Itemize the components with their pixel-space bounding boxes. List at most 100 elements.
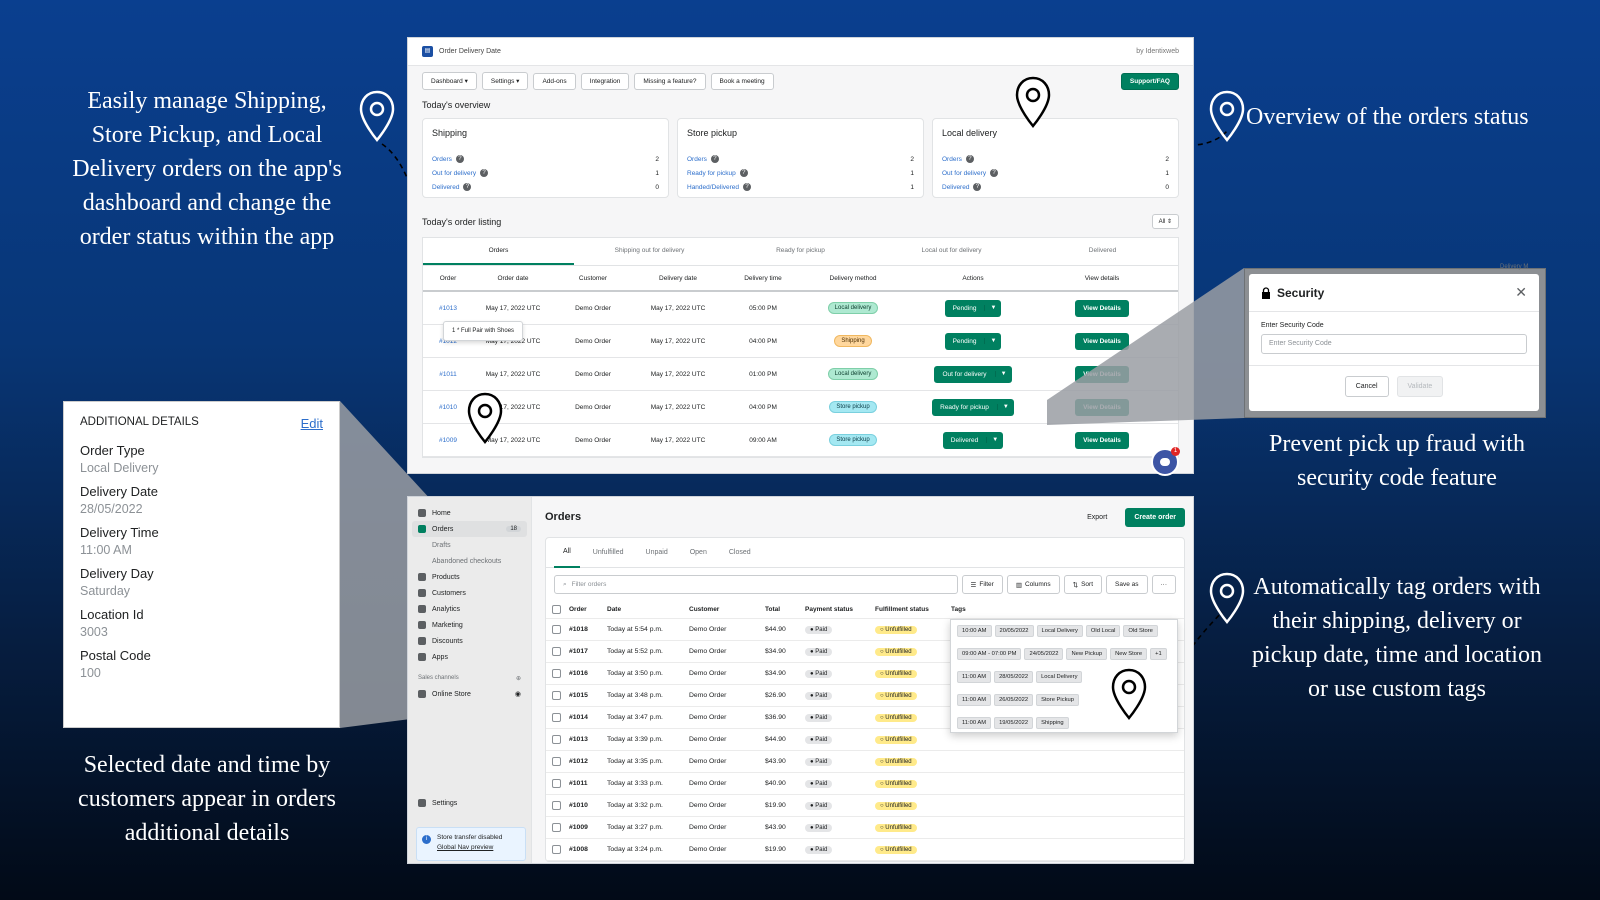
- tab-unpaid[interactable]: Unpaid: [637, 539, 677, 567]
- row-checkbox[interactable]: [552, 757, 561, 766]
- sidebar-item-orders[interactable]: Orders 18: [412, 521, 527, 537]
- card-link[interactable]: Delivered: [942, 184, 969, 191]
- order-tag[interactable]: Old Store: [1123, 625, 1158, 638]
- validate-button[interactable]: Validate: [1396, 376, 1444, 397]
- sidebar-item-analytics[interactable]: Analytics: [408, 601, 531, 617]
- global-nav-link[interactable]: Global Nav preview: [437, 844, 493, 851]
- nav-missing-feature[interactable]: Missing a feature?: [634, 72, 706, 90]
- support-faq-button[interactable]: Support/FAQ: [1120, 72, 1179, 90]
- row-checkbox[interactable]: [552, 801, 561, 810]
- card-link[interactable]: Orders: [942, 156, 962, 163]
- sidebar-item-abandoned[interactable]: Abandoned checkouts: [408, 553, 531, 569]
- row-checkbox[interactable]: [552, 845, 561, 854]
- card-link[interactable]: Out for delivery: [942, 170, 986, 177]
- row-checkbox[interactable]: [552, 647, 561, 656]
- card-link[interactable]: Delivered: [432, 184, 459, 191]
- tab-closed[interactable]: Closed: [720, 539, 760, 567]
- order-tag[interactable]: 10:00 AM: [957, 625, 992, 638]
- sidebar-item-online-store[interactable]: Online Store ◉: [408, 686, 531, 702]
- tab-ready-pickup[interactable]: Ready for pickup: [725, 238, 876, 265]
- row-checkbox[interactable]: [552, 669, 561, 678]
- order-tag[interactable]: 19/05/2022: [994, 716, 1034, 729]
- more-actions-button[interactable]: ···: [1151, 575, 1176, 594]
- view-details-button[interactable]: View Details: [1075, 431, 1129, 449]
- nav-dashboard[interactable]: Dashboard ▾: [422, 72, 477, 90]
- order-tag[interactable]: 11:00 AM: [957, 693, 992, 706]
- save-as-button[interactable]: Save as: [1106, 575, 1148, 594]
- order-tag[interactable]: New Pickup: [1066, 648, 1108, 661]
- row-checkbox[interactable]: [552, 713, 561, 722]
- sidebar-item-marketing[interactable]: Marketing: [408, 617, 531, 633]
- order-link[interactable]: #1010: [439, 404, 457, 411]
- filter-button[interactable]: ☰ Filter: [961, 575, 1003, 594]
- row-checkbox[interactable]: [552, 625, 561, 634]
- order-link[interactable]: #1013: [439, 305, 457, 312]
- order-tag[interactable]: +1: [1150, 648, 1167, 661]
- card-link[interactable]: Orders: [432, 156, 452, 163]
- nav-add-ons[interactable]: Add-ons: [533, 72, 576, 90]
- tab-open[interactable]: Open: [681, 539, 716, 567]
- sidebar-item-products[interactable]: Products: [408, 569, 531, 585]
- export-button[interactable]: Export: [1087, 514, 1107, 521]
- table-row[interactable]: #1010 Today at 3:32 p.m. Demo Order $19.90 ●…: [546, 795, 1184, 817]
- status-action-button[interactable]: Pending ▼: [944, 299, 1002, 317]
- view-details-button[interactable]: View Details: [1075, 332, 1129, 350]
- order-tag[interactable]: New Store: [1110, 648, 1148, 661]
- card-link[interactable]: Orders: [687, 156, 707, 163]
- order-link[interactable]: #1011: [439, 371, 457, 378]
- status-action-button[interactable]: Pending ▼: [944, 332, 1002, 350]
- security-code-input[interactable]: Enter Security Code: [1261, 334, 1527, 354]
- nav-settings[interactable]: Settings ▾: [481, 72, 529, 90]
- order-tag[interactable]: Shipping: [1036, 716, 1069, 729]
- listing-filter-select[interactable]: All ⇕: [1151, 214, 1179, 229]
- nav-integration[interactable]: Integration: [580, 72, 630, 90]
- order-tag[interactable]: Store Pickup: [1036, 693, 1079, 706]
- order-tag[interactable]: 11:00 AM: [957, 716, 992, 729]
- card-link[interactable]: Handed/Delivered: [687, 184, 739, 191]
- columns-button[interactable]: ▥ Columns: [1006, 575, 1060, 594]
- view-details-button[interactable]: View Details: [1075, 299, 1129, 317]
- order-tag[interactable]: 26/05/2022: [994, 693, 1034, 706]
- row-checkbox[interactable]: [552, 779, 561, 788]
- order-tag[interactable]: Local Delivery: [1036, 625, 1083, 638]
- row-checkbox[interactable]: [552, 735, 561, 744]
- order-tag[interactable]: Local Delivery: [1036, 670, 1083, 683]
- card-link[interactable]: Ready for pickup: [687, 170, 736, 177]
- chat-launcher-button[interactable]: 1: [1151, 447, 1180, 476]
- card-link[interactable]: Out for delivery: [432, 170, 476, 177]
- order-tag[interactable]: Old Local: [1085, 625, 1121, 638]
- view-details-button[interactable]: View Details: [1075, 398, 1129, 416]
- filter-orders-input[interactable]: ⌕ Filter orders: [554, 575, 958, 594]
- sidebar-item-drafts[interactable]: Drafts: [408, 537, 531, 553]
- sidebar-item-customers[interactable]: Customers: [408, 585, 531, 601]
- nav-book-meeting[interactable]: Book a meeting: [710, 72, 774, 90]
- close-icon[interactable]: ✕: [1515, 284, 1527, 301]
- sort-button[interactable]: ⇅ Sort: [1063, 575, 1102, 594]
- status-action-button[interactable]: Out for delivery ▼: [934, 365, 1012, 383]
- order-tag[interactable]: 24/05/2022: [1024, 648, 1064, 661]
- tab-orders[interactable]: Orders: [423, 238, 574, 265]
- cancel-button[interactable]: Cancel: [1344, 376, 1389, 397]
- status-action-button[interactable]: Delivered ▼: [942, 431, 1004, 449]
- order-link[interactable]: #1009: [439, 437, 457, 444]
- tab-local-out[interactable]: Local out for delivery: [876, 238, 1027, 265]
- table-row[interactable]: #1009 Today at 3:27 p.m. Demo Order $43.90 ●…: [546, 817, 1184, 839]
- order-tag[interactable]: 28/05/2022: [994, 670, 1034, 683]
- sidebar-item-home[interactable]: Home: [408, 505, 531, 521]
- order-tag[interactable]: 20/05/2022: [994, 625, 1034, 638]
- sidebar-item-apps[interactable]: Apps: [408, 649, 531, 665]
- table-row[interactable]: #1008 Today at 3:24 p.m. Demo Order $19.90 ●…: [546, 839, 1184, 861]
- tab-unfulfilled[interactable]: Unfulfilled: [584, 539, 633, 567]
- tab-shipping-out[interactable]: Shipping out for delivery: [574, 238, 725, 265]
- sidebar-item-discounts[interactable]: Discounts: [408, 633, 531, 649]
- sidebar-item-settings[interactable]: Settings: [408, 795, 532, 811]
- select-all-checkbox[interactable]: [552, 605, 561, 614]
- status-action-button[interactable]: Ready for pickup ▼: [932, 398, 1014, 416]
- create-order-button[interactable]: Create order: [1125, 507, 1185, 527]
- order-tag[interactable]: 09:00 AM - 07:00 PM: [957, 648, 1022, 661]
- row-checkbox[interactable]: [552, 691, 561, 700]
- tab-all[interactable]: All: [554, 538, 580, 568]
- eye-icon[interactable]: ◉: [515, 690, 521, 698]
- row-checkbox[interactable]: [552, 823, 561, 832]
- tab-delivered[interactable]: Delivered: [1027, 238, 1178, 265]
